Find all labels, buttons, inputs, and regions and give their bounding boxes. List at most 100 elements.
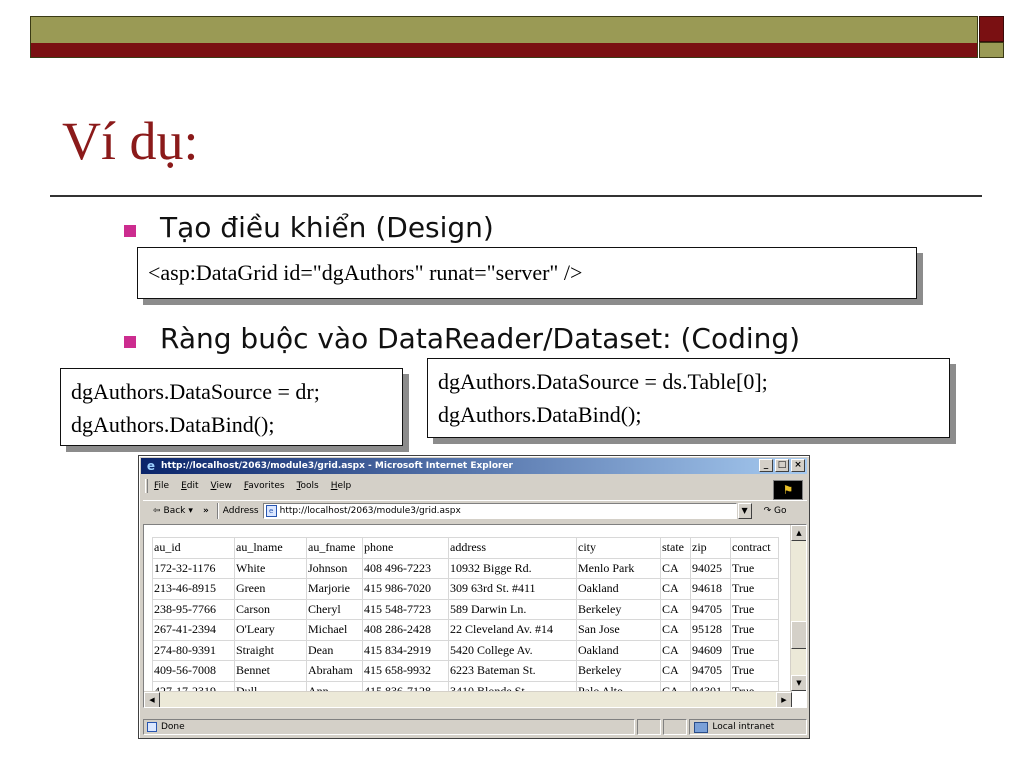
status-text: Done [161, 722, 185, 732]
scroll-down-button[interactable]: ▼ [791, 675, 806, 691]
grid-header-cell: contract [730, 537, 779, 559]
browser-window: e http://localhost/2063/module3/grid.asp… [138, 455, 810, 739]
grid-cell: True [730, 639, 779, 661]
toolbar-overflow-chevron-icon[interactable]: » [203, 506, 209, 516]
menu-tools[interactable]: Tools [297, 481, 319, 491]
go-button[interactable]: ↷ Go [764, 506, 787, 516]
grid-cell: 408 496-7223 [362, 557, 449, 579]
grid-header-cell: address [448, 537, 577, 559]
horizontal-scrollbar[interactable]: ◀ ▶ [144, 691, 792, 707]
slide-title: Ví dụ: [62, 111, 199, 171]
grid-cell: 267-41-2394 [152, 619, 235, 641]
page-content: au_id au_lname au_fname phone address city sta… [143, 524, 807, 708]
grid-cell: Carson [234, 598, 307, 620]
grid-cell: Cheryl [306, 598, 363, 620]
grid-cell: Johnson [306, 557, 363, 579]
grid-cell: True [730, 578, 779, 600]
table-row: 172-32-1176 White Johnson 408 496-7223 10932… [152, 557, 779, 579]
browser-title: http://localhost/2063/module3/grid.aspx … [161, 461, 513, 471]
browser-title-bar[interactable]: e http://localhost/2063/module3/grid.asp… [141, 458, 807, 474]
window-controls: _ □ × [759, 459, 805, 472]
grid-cell: Berkeley [576, 598, 661, 620]
grid-header-cell: au_lname [234, 537, 307, 559]
grid-cell: Green [234, 578, 307, 600]
vertical-scrollbar[interactable]: ▲ ▼ [790, 525, 806, 691]
scroll-left-button[interactable]: ◀ [144, 692, 160, 707]
address-value: http://localhost/2063/module3/grid.aspx [279, 505, 461, 516]
maximize-button[interactable]: □ [775, 459, 789, 472]
grid-cell: 10932 Bigge Rd. [448, 557, 577, 579]
status-cell [663, 719, 688, 735]
grid-cell: White [234, 557, 307, 579]
address-input[interactable]: e http://localhost/2063/module3/grid.asp… [262, 502, 737, 519]
menu-favorites[interactable]: Favorites [244, 481, 285, 491]
menu-file[interactable]: File [154, 481, 169, 491]
grid-cell: 409-56-7008 [152, 660, 235, 682]
code-line: dgAuthors.DataSource = ds.Table[0]; [438, 369, 768, 394]
minimize-button[interactable]: _ [759, 459, 773, 472]
grid-cell: 95128 [690, 619, 731, 641]
status-done-cell: Done [143, 719, 636, 735]
grid-header-cell: au_id [152, 537, 235, 559]
grid-cell: Michael [306, 619, 363, 641]
grid-cell: 415 658-9932 [362, 660, 449, 682]
grid-header-cell: zip [690, 537, 731, 559]
grid-cell: 94618 [690, 578, 731, 600]
code-box-dataset: dgAuthors.DataSource = ds.Table[0]; dgAu… [427, 358, 950, 438]
grid-cell: San Jose [576, 619, 661, 641]
code-line: dgAuthors.DataBind(); [71, 412, 275, 437]
grid-header-cell: phone [362, 537, 449, 559]
address-label: Address [222, 505, 259, 516]
close-button[interactable]: × [791, 459, 805, 472]
bullet-design: Tạo điều khiển (Design) [160, 211, 494, 244]
grid-cell: CA [660, 598, 691, 620]
scroll-up-button[interactable]: ▲ [791, 525, 806, 541]
grid-cell: 309 63rd St. #411 [448, 578, 577, 600]
grid-cell: Oakland [576, 578, 661, 600]
status-cell [637, 719, 662, 735]
grid-cell: Oakland [576, 639, 661, 661]
grid-header-cell: state [660, 537, 691, 559]
grid-cell: Straight [234, 639, 307, 661]
table-row: 409-56-7008 Bennet Abraham 415 658-9932 6223… [152, 660, 779, 682]
address-dropdown-button[interactable]: ▼ [737, 502, 752, 519]
toolbar-grip[interactable] [145, 479, 148, 493]
grid-cell: True [730, 660, 779, 682]
grid-cell: CA [660, 660, 691, 682]
grid-cell: 6223 Bateman St. [448, 660, 577, 682]
grid-cell: 22 Cleveland Av. #14 [448, 619, 577, 641]
page-icon: e [265, 504, 277, 517]
table-row: 238-95-7766 Carson Cheryl 415 548-7723 589 D… [152, 598, 779, 620]
header-corner-light [979, 42, 1004, 58]
grid-cell: 589 Darwin Ln. [448, 598, 577, 620]
grid-cell: 94025 [690, 557, 731, 579]
grid-cell: CA [660, 557, 691, 579]
grid-cell: 415 834-2919 [362, 639, 449, 661]
scroll-right-button[interactable]: ▶ [776, 692, 792, 707]
table-row: 213-46-8915 Green Marjorie 415 986-7020 309 … [152, 578, 779, 600]
header-corner-dark [979, 16, 1004, 42]
vertical-scroll-thumb[interactable] [791, 621, 806, 649]
grid-cell: Bennet [234, 660, 307, 682]
back-button[interactable]: ⇦ Back ▾ [153, 506, 193, 516]
windows-logo-icon: ⚑ [773, 480, 803, 500]
go-arrow-icon: ↷ [763, 505, 772, 516]
grid-header-cell: au_fname [306, 537, 363, 559]
grid-cell: 415 548-7723 [362, 598, 449, 620]
grid-cell: 94609 [690, 639, 731, 661]
menu-help[interactable]: Help [331, 481, 352, 491]
back-label: Back [163, 505, 186, 516]
title-divider [50, 195, 982, 197]
menu-view[interactable]: View [211, 481, 232, 491]
header-bar [30, 16, 978, 58]
menu-edit[interactable]: Edit [181, 481, 198, 491]
status-bar: Done Local intranet [143, 718, 808, 736]
address-toolbar: ⇦ Back ▾ » Address e http://localhost/20… [143, 500, 807, 520]
grid-cell: True [730, 619, 779, 641]
grid-cell: True [730, 557, 779, 579]
header-bar-light-band [31, 17, 977, 43]
ie-logo-icon: e [146, 459, 156, 473]
authors-datagrid: au_id au_lname au_fname phone address city sta… [152, 537, 779, 702]
menu-bar: File Edit View Favorites Tools Help [143, 478, 807, 494]
code-box-datareader: dgAuthors.DataSource = dr; dgAuthors.Dat… [60, 368, 403, 446]
